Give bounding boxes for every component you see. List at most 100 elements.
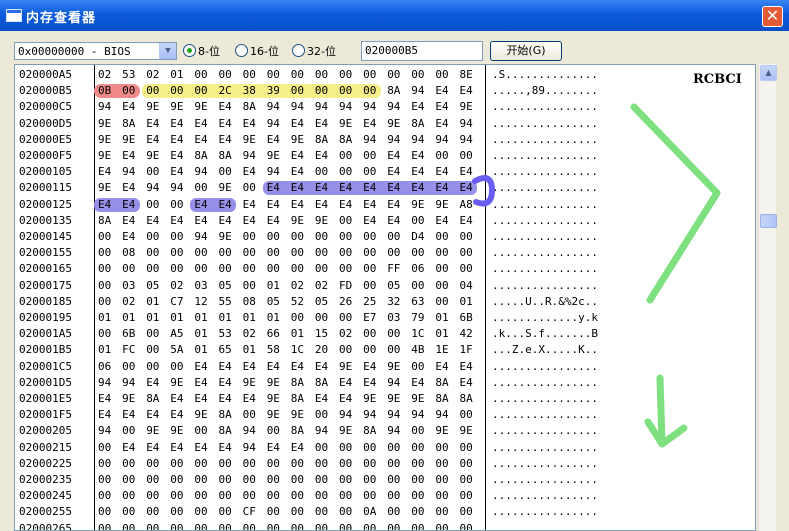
hex-byte[interactable]: 00 (460, 472, 478, 488)
hex-byte[interactable]: 00 (194, 67, 212, 83)
scroll-thumb[interactable] (760, 214, 777, 228)
hex-byte[interactable]: 00 (435, 229, 453, 245)
hex-byte[interactable]: 01 (170, 67, 188, 83)
hex-byte[interactable]: 00 (98, 440, 116, 456)
hex-byte[interactable]: 94 (339, 407, 357, 423)
hex-byte[interactable]: 00 (460, 440, 478, 456)
hex-byte[interactable]: 02 (243, 326, 261, 342)
hex-byte[interactable]: E4 (146, 440, 164, 456)
hex-byte[interactable]: E7 (363, 310, 381, 326)
hex-byte[interactable]: 00 (460, 504, 478, 520)
hex-byte[interactable]: 00 (363, 278, 381, 294)
hex-byte[interactable]: E4 (243, 391, 261, 407)
hex-byte[interactable]: 20 (315, 342, 333, 358)
hex-byte[interactable]: 00 (219, 164, 237, 180)
hex-byte[interactable]: E4 (267, 132, 285, 148)
hex-byte[interactable]: 58 (267, 342, 285, 358)
hex-byte[interactable]: E4 (219, 213, 237, 229)
hex-byte[interactable]: E4 (146, 116, 164, 132)
hex-byte[interactable]: 00 (243, 488, 261, 504)
hex-byte[interactable]: 00 (146, 197, 164, 213)
hex-byte[interactable]: E4 (194, 440, 212, 456)
hex-byte[interactable]: 8A (411, 116, 429, 132)
hex-byte[interactable]: 00 (339, 521, 357, 530)
hex-byte[interactable]: 00 (387, 67, 405, 83)
hex-byte[interactable]: 9E (387, 359, 405, 375)
hex-byte[interactable]: E4 (339, 375, 357, 391)
hex-byte[interactable]: E4 (194, 116, 212, 132)
hex-byte[interactable]: 9E (460, 423, 478, 439)
hex-byte[interactable]: D4 (411, 229, 429, 245)
hex-byte[interactable]: 9E (194, 407, 212, 423)
hex-byte[interactable]: 8A (146, 391, 164, 407)
hex-byte[interactable]: 00 (122, 472, 140, 488)
hex-byte[interactable]: 8A (315, 132, 333, 148)
hex-byte[interactable]: E4 (146, 407, 164, 423)
hex-byte[interactable]: 52 (291, 294, 309, 310)
hex-byte[interactable]: 8A (194, 148, 212, 164)
hex-byte[interactable]: 55 (219, 294, 237, 310)
hex-byte[interactable]: 03 (194, 278, 212, 294)
hex-byte[interactable]: 26 (339, 294, 357, 310)
hex-byte[interactable]: 94 (387, 407, 405, 423)
hex-byte[interactable]: 94 (315, 423, 333, 439)
hex-byte[interactable]: 00 (291, 456, 309, 472)
hex-byte[interactable]: E4 (435, 213, 453, 229)
hex-byte[interactable]: 00 (146, 359, 164, 375)
hex-byte[interactable]: 04 (460, 278, 478, 294)
hex-view[interactable]: RCBCI 020000A5 02 53 02 01 00 00 00 00 00 00 00 00 00… (14, 64, 756, 531)
radio-16bit-indicator[interactable] (235, 44, 248, 57)
hex-byte[interactable]: 00 (291, 504, 309, 520)
hex-byte[interactable]: 00 (339, 261, 357, 277)
hex-byte[interactable]: E4 (122, 148, 140, 164)
hex-byte[interactable]: 01 (243, 310, 261, 326)
hex-byte[interactable]: 8A (387, 83, 405, 99)
hex-byte[interactable]: 00 (243, 229, 261, 245)
hex-byte[interactable]: 9E (243, 132, 261, 148)
hex-byte[interactable]: 94 (387, 99, 405, 115)
hex-byte[interactable]: 9E (387, 116, 405, 132)
hex-byte[interactable]: 9E (170, 99, 188, 115)
hex-byte[interactable]: 00 (194, 488, 212, 504)
hex-byte[interactable]: 00 (267, 423, 285, 439)
hex-byte[interactable]: 00 (435, 472, 453, 488)
hex-byte[interactable]: 00 (194, 261, 212, 277)
hex-byte[interactable]: E4 (363, 213, 381, 229)
hex-byte[interactable]: 00 (170, 83, 188, 99)
hex-byte[interactable]: 5A (170, 342, 188, 358)
hex-byte[interactable]: 6B (460, 310, 478, 326)
hex-byte[interactable]: 00 (194, 504, 212, 520)
hex-byte[interactable]: 00 (170, 456, 188, 472)
hex-byte[interactable]: 00 (170, 504, 188, 520)
hex-byte[interactable]: 00 (146, 504, 164, 520)
hex-byte[interactable]: 94 (243, 423, 261, 439)
hex-byte[interactable]: E4 (291, 148, 309, 164)
hex-byte[interactable]: 01 (435, 326, 453, 342)
hex-byte[interactable]: 00 (291, 521, 309, 530)
hex-byte[interactable]: 08 (243, 294, 261, 310)
hex-byte[interactable]: 94 (460, 132, 478, 148)
hex-byte[interactable]: 9E (98, 116, 116, 132)
hex-byte[interactable]: 01 (460, 294, 478, 310)
hex-byte[interactable]: 94 (291, 99, 309, 115)
hex-byte[interactable]: 9E (219, 229, 237, 245)
hex-byte[interactable]: E4 (122, 99, 140, 115)
hex-byte[interactable]: 6B (122, 326, 140, 342)
scroll-up-arrow-icon[interactable]: ▲ (760, 65, 777, 81)
hex-byte[interactable]: E4 (219, 116, 237, 132)
hex-byte[interactable]: 00 (267, 67, 285, 83)
hex-byte[interactable]: 01 (435, 310, 453, 326)
hex-byte[interactable]: 94 (315, 99, 333, 115)
hex-byte[interactable]: 9E (267, 375, 285, 391)
hex-byte[interactable]: 00 (122, 359, 140, 375)
hex-byte[interactable]: E4 (435, 359, 453, 375)
hex-byte[interactable]: 00 (219, 67, 237, 83)
hex-byte[interactable]: 8A (315, 375, 333, 391)
hex-byte[interactable]: 2C (219, 83, 237, 99)
hex-byte[interactable]: 00 (243, 245, 261, 261)
hex-byte[interactable]: 94 (98, 375, 116, 391)
hex-byte[interactable]: 9E (267, 391, 285, 407)
hex-byte[interactable]: 00 (98, 326, 116, 342)
hex-byte[interactable]: 00 (146, 164, 164, 180)
hex-byte[interactable]: 00 (98, 278, 116, 294)
